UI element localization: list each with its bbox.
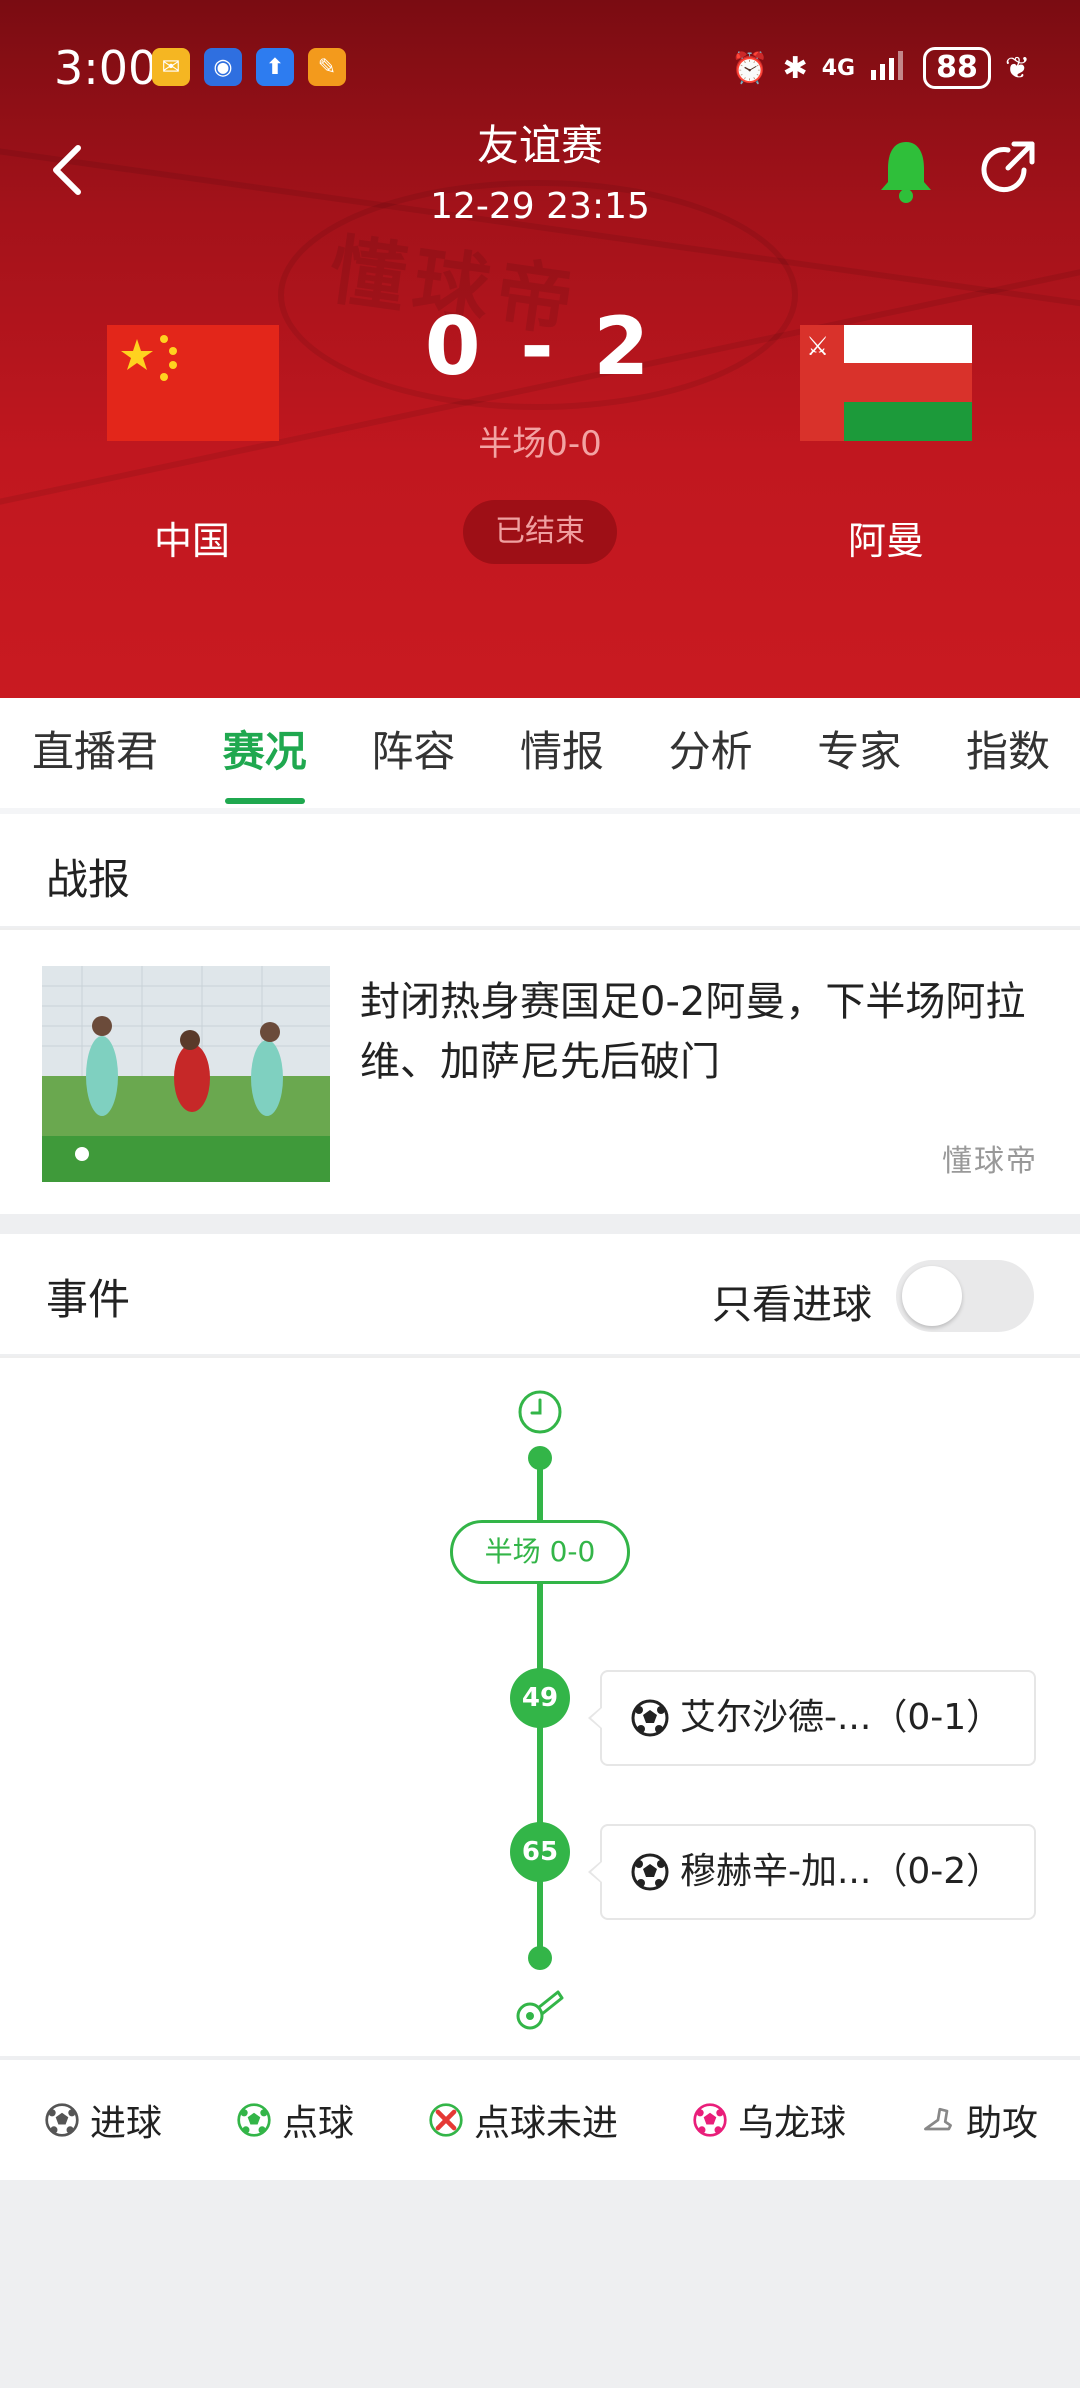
events-section-title: 事件 xyxy=(46,1275,131,1324)
event-card[interactable]: 艾尔沙德-...（0-1） xyxy=(588,1670,1036,1766)
home-team-name[interactable]: 中国 xyxy=(42,510,342,565)
event-minute: 49 xyxy=(510,1668,570,1728)
match-header: 懂球帝 3:00 ✉ ◉ ⬆ ✎ ⏰ ✱ 4G 88 ❦ 友谊赛 12-29 2… xyxy=(0,0,1080,698)
legend-label: 进球 xyxy=(90,2103,163,2144)
legend-goal: 进球 xyxy=(44,2094,162,2146)
tab-live[interactable]: 直播君 xyxy=(32,698,158,808)
legend-label: 点球未进 xyxy=(473,2103,618,2144)
legend-penalty-missed: 点球未进 xyxy=(428,2094,618,2146)
status-time: 3:00 xyxy=(54,41,158,95)
signal-icon xyxy=(869,48,909,88)
goal-icon xyxy=(45,2103,79,2137)
report-section-title: 战报 xyxy=(46,855,131,904)
mail-notification-icon: ✉ xyxy=(152,48,190,86)
match-tabs: 直播君 赛况 阵容 情报 分析 专家 指数 xyxy=(0,698,1080,808)
upload-notification-icon: ⬆ xyxy=(256,48,294,86)
legend-own-goal: 乌龙球 xyxy=(692,2094,846,2146)
battery-indicator: 88 xyxy=(923,47,991,89)
event-text: 穆赫辛-加...（0-2） xyxy=(680,1851,1003,1892)
report-article[interactable]: 封闭热身赛国足0-2阿曼，下半场阿拉维、加萨尼先后破门 懂球帝 xyxy=(0,928,1080,1214)
tab-odds[interactable]: 指数 xyxy=(966,698,1050,808)
app-notification-icon: ✎ xyxy=(308,48,346,86)
bluetooth-icon: ✱ xyxy=(782,50,808,86)
report-section-header: 战报 xyxy=(0,808,1080,926)
report-thumbnail[interactable] xyxy=(42,966,330,1182)
halftime-marker: 半场 0-0 xyxy=(450,1520,630,1584)
events-section-header: 事件 只看进球 xyxy=(0,1234,1080,1354)
away-team-flag: ⚔ xyxy=(800,325,972,441)
event-legend: 进球 点球 点球未进 乌龙球 助攻 xyxy=(0,2060,1080,2180)
tab-intel[interactable]: 情报 xyxy=(520,698,604,808)
goals-only-label: 只看进球 xyxy=(712,1282,872,1328)
match-status-badge: 已结束 xyxy=(463,500,617,564)
status-bar: 3:00 ✉ ◉ ⬆ ✎ ⏰ ✱ 4G 88 ❦ xyxy=(0,38,1080,98)
legend-penalty: 点球 xyxy=(236,2094,354,2146)
leaf-icon: ❦ xyxy=(1004,50,1030,86)
legend-label: 点球 xyxy=(281,2103,354,2144)
goal-icon xyxy=(631,1853,669,1891)
report-headline[interactable]: 封闭热身赛国足0-2阿曼，下半场阿拉维、加萨尼先后破门 xyxy=(360,972,1040,1092)
penalty-missed-icon xyxy=(429,2103,463,2137)
legend-label: 助攻 xyxy=(965,2103,1038,2144)
goals-only-toggle[interactable] xyxy=(896,1260,1034,1332)
status-indicators: ⏰ ✱ 4G 88 ❦ xyxy=(731,42,1030,94)
legend-assist: 助攻 xyxy=(920,2094,1038,2146)
own-goal-icon xyxy=(693,2103,727,2137)
tab-lineup[interactable]: 阵容 xyxy=(371,698,455,808)
bell-icon[interactable] xyxy=(876,138,936,204)
clock-icon xyxy=(518,1390,562,1434)
timeline-start-dot xyxy=(528,1446,552,1470)
source-logo: 懂球帝 xyxy=(942,1144,1038,1179)
app-notification-icon: ◉ xyxy=(204,48,242,86)
tab-experts[interactable]: 专家 xyxy=(817,698,901,808)
tab-match-status[interactable]: 赛况 xyxy=(223,698,307,808)
event-minute: 65 xyxy=(510,1822,570,1882)
events-timeline: 半场 0-0 49 艾尔沙德-...（0-1） 65 穆赫辛-加...（0-2） xyxy=(0,1356,1080,2056)
event-card[interactable]: 穆赫辛-加...（0-2） xyxy=(588,1824,1036,1920)
svg-text:⚔: ⚔ xyxy=(806,332,829,362)
network-label: 4G xyxy=(821,55,856,81)
timeline-end-dot xyxy=(528,1946,552,1970)
goal-icon xyxy=(631,1699,669,1737)
share-icon[interactable] xyxy=(978,140,1038,200)
whistle-icon xyxy=(516,1990,564,2030)
away-team-name[interactable]: 阿曼 xyxy=(736,510,1036,565)
penalty-icon xyxy=(237,2103,271,2137)
legend-label: 乌龙球 xyxy=(737,2103,846,2144)
toggle-knob xyxy=(902,1266,962,1326)
event-text: 艾尔沙德-...（0-1） xyxy=(680,1697,1003,1738)
alarm-icon: ⏰ xyxy=(731,50,769,86)
tab-analysis[interactable]: 分析 xyxy=(669,698,753,808)
assist-icon xyxy=(923,2107,952,2131)
